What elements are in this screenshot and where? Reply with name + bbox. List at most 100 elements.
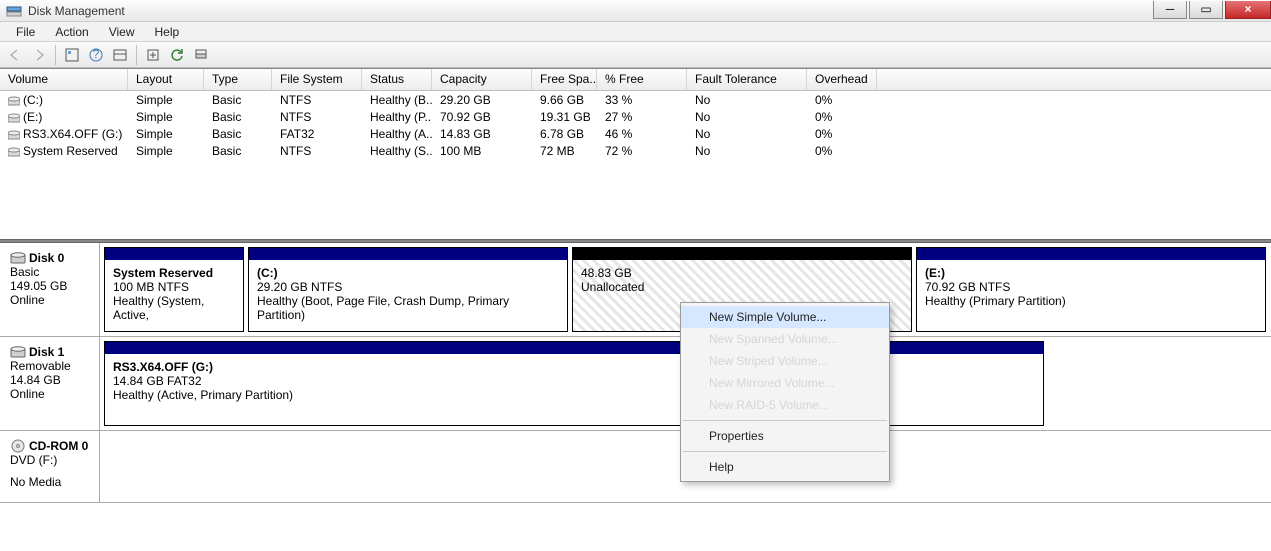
partition-header-bar <box>573 248 911 260</box>
help-icon[interactable]: ? <box>85 44 107 66</box>
volume-name: System Reserved <box>23 144 118 158</box>
cell-type: Basic <box>204 144 272 158</box>
cell-over: 0% <box>807 144 877 158</box>
forward-button[interactable] <box>28 44 50 66</box>
minimize-button[interactable]: ─ <box>1153 1 1187 19</box>
disk-name: Disk 0 <box>29 251 64 265</box>
cell-fault: No <box>687 93 807 107</box>
toolbar: ? <box>0 42 1271 68</box>
cell-over: 0% <box>807 93 877 107</box>
disk-state: No Media <box>10 475 89 489</box>
cell-pct: 46 % <box>597 127 687 141</box>
cell-status: Healthy (P... <box>362 110 432 124</box>
disk-state: Online <box>10 293 89 307</box>
maximize-button[interactable]: ▭ <box>1189 1 1223 19</box>
toolbar-button-3[interactable] <box>109 44 131 66</box>
col-fault[interactable]: Fault Tolerance <box>687 69 807 90</box>
app-icon <box>6 3 22 19</box>
partition-block[interactable]: (C:)29.20 GB NTFSHealthy (Boot, Page Fil… <box>248 247 568 332</box>
partition-header-bar <box>917 248 1265 260</box>
partition-block[interactable]: System Reserved100 MB NTFSHealthy (Syste… <box>104 247 244 332</box>
cell-capacity: 70.92 GB <box>432 110 532 124</box>
toolbar-button-1[interactable] <box>61 44 83 66</box>
menu-file[interactable]: File <box>6 22 45 42</box>
ctx-new-striped-volume: New Striped Volume... <box>681 350 889 372</box>
partition-line3: Healthy (System, Active, <box>113 294 235 322</box>
partition-block[interactable]: RS3.X64.OFF (G:)14.84 GB FAT32Healthy (A… <box>104 341 1044 426</box>
partition-line3: Healthy (Boot, Page File, Crash Dump, Pr… <box>257 294 559 322</box>
refresh-icon[interactable] <box>166 44 188 66</box>
partition-title: System Reserved <box>113 266 235 280</box>
svg-text:?: ? <box>93 48 100 61</box>
window-title: Disk Management <box>28 4 125 18</box>
disk-size: 14.84 GB <box>10 373 89 387</box>
disk-name: Disk 1 <box>29 345 64 359</box>
ctx-new-spanned-volume: New Spanned Volume... <box>681 328 889 350</box>
disk-icon <box>10 345 26 359</box>
cell-capacity: 14.83 GB <box>432 127 532 141</box>
cell-free: 19.31 GB <box>532 110 597 124</box>
disk-kind: DVD (F:) <box>10 453 89 467</box>
cell-free: 72 MB <box>532 144 597 158</box>
close-button[interactable]: × <box>1225 1 1271 19</box>
volume-list-header: Volume Layout Type File System Status Ca… <box>0 69 1271 91</box>
partition-header-bar <box>105 342 1043 354</box>
ctx-help[interactable]: Help <box>681 456 889 478</box>
cell-capacity: 29.20 GB <box>432 93 532 107</box>
back-button[interactable] <box>4 44 26 66</box>
col-free[interactable]: Free Spa... <box>532 69 597 90</box>
disk-size: 149.05 GB <box>10 279 89 293</box>
menu-bar: File Action View Help <box>0 22 1271 42</box>
cell-fs: NTFS <box>272 110 362 124</box>
cell-layout: Simple <box>128 110 204 124</box>
volume-row[interactable]: RS3.X64.OFF (G:)SimpleBasicFAT32Healthy … <box>0 125 1271 142</box>
toolbar-button-4[interactable] <box>142 44 164 66</box>
col-capacity[interactable]: Capacity <box>432 69 532 90</box>
window-buttons: ─ ▭ × <box>1151 1 1271 21</box>
partition-line2: 48.83 GB <box>581 266 903 280</box>
partition-header-bar <box>105 248 243 260</box>
cell-fs: NTFS <box>272 93 362 107</box>
title-bar: Disk Management ─ ▭ × <box>0 0 1271 22</box>
cell-capacity: 100 MB <box>432 144 532 158</box>
volume-name: RS3.X64.OFF (G:) <box>23 127 122 141</box>
cell-pct: 27 % <box>597 110 687 124</box>
partition-block[interactable]: (E:)70.92 GB NTFSHealthy (Primary Partit… <box>916 247 1266 332</box>
col-status[interactable]: Status <box>362 69 432 90</box>
volume-row[interactable]: (E:)SimpleBasicNTFSHealthy (P...70.92 GB… <box>0 108 1271 125</box>
col-overhead[interactable]: Overhead <box>807 69 877 90</box>
partition-title: (C:) <box>257 266 559 280</box>
menu-view[interactable]: View <box>99 22 145 42</box>
volume-name: (E:) <box>23 110 42 124</box>
disk-row: Disk 1Removable14.84 GBOnlineRS3.X64.OFF… <box>0 337 1271 431</box>
volume-row[interactable]: (C:)SimpleBasicNTFSHealthy (B...29.20 GB… <box>0 91 1271 108</box>
toolbar-button-6[interactable] <box>190 44 212 66</box>
col-pctfree[interactable]: % Free <box>597 69 687 90</box>
menu-action[interactable]: Action <box>45 22 98 42</box>
col-filesystem[interactable]: File System <box>272 69 362 90</box>
partition-line3: Unallocated <box>581 280 903 294</box>
disk-kind: Removable <box>10 359 89 373</box>
disk-graphical-view: Disk 0Basic149.05 GBOnline System Reserve… <box>0 243 1271 503</box>
col-type[interactable]: Type <box>204 69 272 90</box>
volume-row[interactable]: System ReservedSimpleBasicNTFSHealthy (S… <box>0 142 1271 159</box>
partition-body: RS3.X64.OFF (G:)14.84 GB FAT32Healthy (A… <box>105 354 1043 425</box>
partition-title: (E:) <box>925 266 1257 280</box>
disk-kind: Basic <box>10 265 89 279</box>
volume-list: Volume Layout Type File System Status Ca… <box>0 68 1271 159</box>
cell-fault: No <box>687 110 807 124</box>
context-menu: New Simple Volume... New Spanned Volume.… <box>680 302 890 482</box>
cell-fault: No <box>687 127 807 141</box>
col-layout[interactable]: Layout <box>128 69 204 90</box>
ctx-new-simple-volume[interactable]: New Simple Volume... <box>681 306 889 328</box>
volume-name: (C:) <box>23 93 43 107</box>
col-volume[interactable]: Volume <box>0 69 128 90</box>
disk-label-panel: Disk 1Removable14.84 GBOnline <box>0 337 100 430</box>
cell-free: 6.78 GB <box>532 127 597 141</box>
ctx-properties[interactable]: Properties <box>681 425 889 447</box>
drive-icon <box>8 95 20 105</box>
disk-label-panel: CD-ROM 0DVD (F:)No Media <box>0 431 100 502</box>
cell-layout: Simple <box>128 144 204 158</box>
cell-type: Basic <box>204 127 272 141</box>
menu-help[interactable]: Help <box>145 22 190 42</box>
